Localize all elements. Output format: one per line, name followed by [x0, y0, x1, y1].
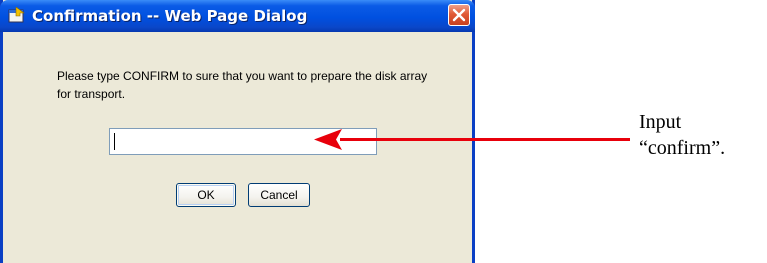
- cancel-button[interactable]: Cancel: [248, 183, 310, 207]
- annotation-arrow-head: [314, 129, 342, 150]
- annotation-line-2: “confirm”.: [639, 137, 726, 159]
- annotation-line-1: Input: [639, 111, 682, 133]
- annotation-arrow-line: [340, 138, 630, 141]
- ok-button[interactable]: OK: [176, 183, 236, 207]
- confirmation-dialog: Confirmation -- Web Page Dialog Please t…: [0, 0, 475, 263]
- text-caret: [114, 133, 115, 150]
- close-icon: [452, 8, 466, 22]
- dialog-app-icon: [8, 6, 26, 24]
- dialog-message: Please type CONFIRM to sure that you wan…: [57, 69, 428, 101]
- close-button[interactable]: [448, 4, 470, 26]
- annotation-text: Input “confirm”.: [639, 109, 725, 161]
- dialog-titlebar[interactable]: Confirmation -- Web Page Dialog: [0, 0, 475, 32]
- dialog-title: Confirmation -- Web Page Dialog: [32, 7, 308, 25]
